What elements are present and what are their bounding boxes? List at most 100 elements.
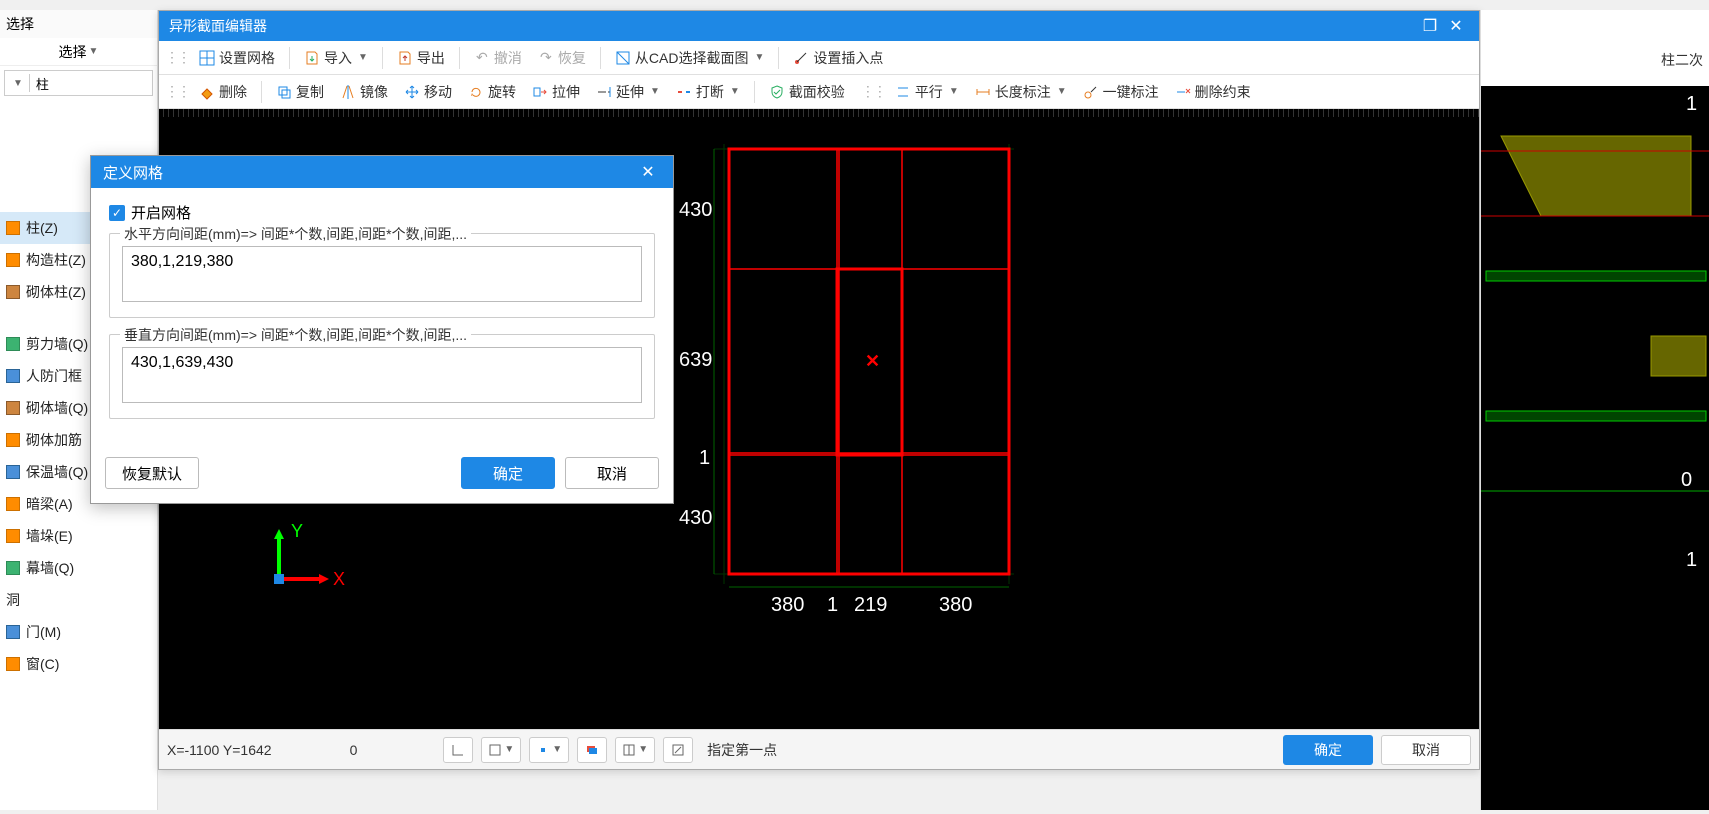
cad-icon (615, 50, 631, 66)
insert-point-icon (793, 50, 809, 66)
svg-text:0: 0 (1681, 469, 1692, 491)
auto-dim-icon (1083, 84, 1099, 100)
stretch-button[interactable]: 拉伸 (526, 80, 586, 104)
chevron-down-icon: ▼ (89, 46, 99, 57)
tree-openings: 门(M) 窗(C) (0, 614, 157, 682)
snap-point-button[interactable]: ▼ (529, 737, 569, 763)
v-spacing-input[interactable] (122, 347, 642, 403)
delete-constraint-button[interactable]: 删除约束 (1169, 80, 1257, 104)
set-grid-button[interactable]: 设置网格 (193, 46, 281, 70)
redo-button[interactable]: ↷恢复 (532, 46, 592, 70)
ok-button[interactable]: 确定 (1283, 735, 1373, 765)
auto-dim-button[interactable]: 一键标注 (1077, 80, 1165, 104)
extend-icon (596, 84, 612, 100)
wall-icon (6, 561, 20, 575)
undo-icon: ↶ (474, 50, 490, 66)
grip-icon: ⋮⋮ (861, 83, 885, 100)
horizontal-spacing-group: 水平方向间距(mm)=> 间距*个数,间距,间距*个数,间距,... (109, 233, 655, 318)
door-icon (6, 625, 20, 639)
coord-readout: X=-1100 Y=1642 (167, 742, 272, 758)
close-icon[interactable]: ✕ (1443, 16, 1469, 36)
column-icon (6, 221, 20, 235)
right-tab[interactable]: 柱二次 (1481, 40, 1709, 80)
window-titlebar[interactable]: 异形截面编辑器 ❐ ✕ (159, 11, 1479, 41)
type-value: 柱 (36, 74, 49, 93)
move-button[interactable]: 移动 (398, 80, 458, 104)
snap-dyn-button[interactable] (663, 737, 693, 763)
status-bar: X=-1100 Y=1642 0 ▼ ▼ ▼ 指定第一点 确定 取消 (159, 729, 1479, 769)
chevron-down-icon[interactable]: ▼ (650, 86, 660, 97)
break-icon (676, 84, 692, 100)
wall-icon (6, 529, 20, 543)
right-panel: 柱二次 1 0 1 (1480, 10, 1709, 810)
restore-default-button[interactable]: 恢复默认 (105, 457, 199, 489)
chevron-down-icon[interactable]: ▼ (730, 86, 740, 97)
select-header: 选择 (0, 10, 157, 38)
checkbox-checked-icon: ✓ (109, 205, 125, 221)
import-button[interactable]: 导入▼ (298, 46, 374, 70)
h-spacing-input[interactable] (122, 246, 642, 302)
toolbar-secondary: ⋮⋮ 删除 复制 镜像 移动 旋转 拉伸 延伸▼ 打断▼ 截面校验 ⋮⋮ 平行▼… (159, 75, 1479, 109)
mirror-button[interactable]: 镜像 (334, 80, 394, 104)
copy-icon (276, 84, 292, 100)
validate-button[interactable]: 截面校验 (763, 80, 851, 104)
tree-item-window[interactable]: 窗(C) (0, 648, 157, 680)
h-legend: 水平方向间距(mm)=> 间距*个数,间距,间距*个数,间距,... (120, 224, 471, 244)
cancel-button[interactable]: 取消 (1381, 735, 1471, 765)
center-x-marker: ✕ (865, 351, 880, 371)
export-icon (397, 50, 413, 66)
dialog-titlebar[interactable]: 定义网格 ✕ (91, 156, 673, 188)
toolbar-primary: ⋮⋮ 设置网格 导入▼ 导出 ↶撤消 ↷恢复 从CAD选择截面图▼ 设置插入点 (159, 41, 1479, 75)
rotate-button[interactable]: 旋转 (462, 80, 522, 104)
dialog-ok-button[interactable]: 确定 (461, 457, 555, 489)
type-dropdown[interactable]: ▼ 柱 (4, 70, 153, 96)
wall-icon (6, 401, 20, 415)
parallel-button[interactable]: 平行▼ (889, 80, 965, 104)
redo-icon: ↷ (538, 50, 554, 66)
export-button[interactable]: 导出 (391, 46, 451, 70)
set-insert-point-button[interactable]: 设置插入点 (787, 46, 889, 70)
axis-y-label: Y (291, 521, 303, 541)
delete-button[interactable]: 删除 (193, 80, 253, 104)
wall-icon (6, 433, 20, 447)
snap-ortho-button[interactable] (443, 737, 473, 763)
break-button[interactable]: 打断▼ (670, 80, 746, 104)
right-preview-canvas[interactable]: 1 0 1 (1481, 86, 1709, 810)
parallel-icon (895, 84, 911, 100)
eraser-icon (199, 84, 215, 100)
command-prompt[interactable]: 指定第一点 (707, 740, 777, 760)
select-dropdown[interactable]: 选择▼ (0, 38, 157, 66)
chevron-down-icon[interactable]: ▼ (949, 86, 959, 97)
chevron-down-icon[interactable]: ▼ (1057, 86, 1067, 97)
extend-button[interactable]: 延伸▼ (590, 80, 666, 104)
ruler-icon (975, 84, 991, 100)
copy-button[interactable]: 复制 (270, 80, 330, 104)
delete-constraint-icon (1175, 84, 1191, 100)
snap-grid-button[interactable]: ▼ (615, 737, 655, 763)
wall-icon (6, 497, 20, 511)
category-opening[interactable]: 洞 (0, 586, 157, 614)
snap-layer-button[interactable] (577, 737, 607, 763)
chevron-down-icon[interactable]: ▼ (358, 52, 368, 63)
snap-rect-button[interactable]: ▼ (481, 737, 521, 763)
mirror-icon (340, 84, 356, 100)
restore-icon[interactable]: ❐ (1417, 16, 1443, 36)
undo-button[interactable]: ↶撤消 (468, 46, 528, 70)
tree-item-door[interactable]: 门(M) (0, 616, 157, 648)
axis-x-label: X (333, 569, 345, 589)
enable-grid-checkbox[interactable]: ✓ 开启网格 (109, 202, 655, 223)
tree-item-wall-pier[interactable]: 墙垛(E) (0, 520, 157, 552)
define-grid-dialog: 定义网格 ✕ ✓ 开启网格 水平方向间距(mm)=> 间距*个数,间距,间距*个… (90, 155, 674, 504)
rotate-icon (468, 84, 484, 100)
select-label: 选择 (59, 42, 87, 62)
vertical-spacing-group: 垂直方向间距(mm)=> 间距*个数,间距,间距*个数,间距,... (109, 334, 655, 419)
dialog-cancel-button[interactable]: 取消 (565, 457, 659, 489)
close-icon[interactable]: ✕ (635, 162, 661, 182)
column-icon (6, 285, 20, 299)
window-icon (6, 657, 20, 671)
wall-icon (6, 369, 20, 383)
length-dim-button[interactable]: 长度标注▼ (969, 80, 1073, 104)
tree-item-curtain-wall[interactable]: 幕墙(Q) (0, 552, 157, 584)
from-cad-button[interactable]: 从CAD选择截面图▼ (609, 46, 770, 70)
chevron-down-icon[interactable]: ▼ (754, 52, 764, 63)
